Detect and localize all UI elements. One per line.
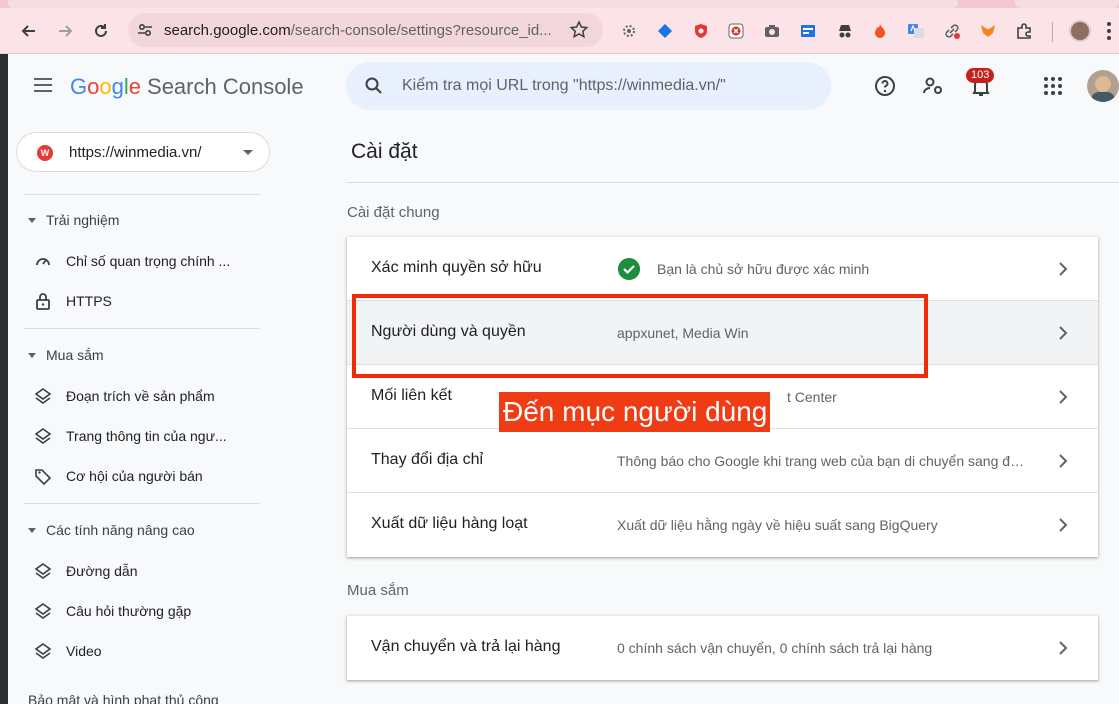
sidebar: W https://winmedia.vn/ Trải nghiệm Chỉ s… [8, 122, 276, 704]
google-apps-grid-icon[interactable] [1041, 74, 1065, 98]
extension-incognito-icon[interactable] [836, 22, 854, 40]
help-icon[interactable] [873, 74, 897, 98]
extension-block-icon[interactable] [727, 22, 745, 40]
section-header-shopping[interactable]: Mua sắm [28, 347, 104, 363]
sidebar-item-merchant-opportunities[interactable]: Cơ hội của người bán [34, 464, 203, 488]
extension-camera-icon[interactable] [763, 22, 781, 40]
settings-row-ownership[interactable]: Xác minh quyền sở hữu Bạn là chủ sở hữu … [347, 237, 1098, 301]
property-url: https://winmedia.vn/ [69, 144, 202, 161]
extension-fire-icon[interactable] [871, 22, 889, 40]
back-icon[interactable] [16, 18, 42, 44]
layers-icon [34, 642, 52, 660]
sidebar-item-core-web-vitals[interactable]: Chỉ số quan trọng chính ... [34, 249, 230, 273]
annotation-highlight-box [352, 294, 928, 378]
extension-screen-icon[interactable] [799, 22, 817, 40]
settings-row-bulk-export[interactable]: Xuất dữ liệu hàng loạt Xuất dữ liệu hằng… [347, 493, 1098, 557]
sidebar-item-https[interactable]: HTTPS [34, 289, 112, 313]
shopping-settings-card: Vận chuyển và trả lại hàng 0 chính sách … [347, 616, 1098, 680]
section-label-shopping: Mua sắm [347, 582, 409, 599]
app-header: GoogleSearch Console 103 [8, 54, 1119, 122]
settings-row-shipping-returns[interactable]: Vận chuyển và trả lại hàng 0 chính sách … [347, 616, 1098, 680]
sidebar-divider [24, 328, 260, 329]
dropdown-caret-icon [243, 150, 253, 155]
extension-metamask-fox-icon[interactable] [979, 22, 997, 40]
settings-row-change-address[interactable]: Thay đổi địa chỉ Thông báo cho Google kh… [347, 429, 1098, 493]
annotation-label: Đến mục người dùng [499, 392, 771, 432]
chevron-right-icon [1059, 326, 1068, 340]
extension-gear-icon[interactable] [620, 22, 638, 40]
layers-icon [34, 387, 52, 405]
chevron-right-icon [1059, 518, 1068, 532]
sidebar-divider [24, 194, 260, 195]
reload-icon[interactable] [88, 18, 114, 44]
sidebar-item-faq[interactable]: Câu hỏi thường gặp [34, 599, 191, 623]
page-title: Cài đặt [351, 140, 418, 163]
chevron-right-icon [1059, 454, 1068, 468]
extensions-puzzle-icon[interactable] [1015, 22, 1033, 40]
layers-icon [34, 602, 52, 620]
address-bar[interactable]: search.google.com/search-console/setting… [128, 13, 603, 47]
browser-tab-strip [0, 0, 1119, 8]
section-header-enhancements[interactable]: Các tính năng nâng cao [28, 522, 195, 538]
browser-menu-icon[interactable] [1101, 21, 1117, 41]
speed-gauge-icon [34, 252, 52, 270]
site-info-icon[interactable] [136, 21, 154, 39]
extension-diamond-icon[interactable] [656, 22, 674, 40]
section-header-security[interactable]: Bảo mật và hình phạt thủ công [28, 692, 219, 704]
browser-tab[interactable] [1015, 0, 1119, 8]
browser-tab-active[interactable] [8, 0, 958, 8]
title-divider [347, 182, 1119, 183]
browser-profile-avatar[interactable] [1069, 20, 1091, 42]
browser-toolbar: search.google.com/search-console/setting… [0, 8, 1119, 54]
sidebar-item-merchant-listings[interactable]: Trang thông tin của ngư... [34, 424, 227, 448]
lock-icon [34, 292, 52, 310]
property-selector[interactable]: W https://winmedia.vn/ [16, 132, 270, 172]
tag-icon [34, 467, 52, 485]
collapse-triangle-icon [28, 527, 36, 533]
manage-users-gear-icon[interactable] [921, 74, 945, 98]
bookmark-star-icon[interactable] [569, 20, 589, 40]
toolbar-divider [1052, 22, 1053, 42]
section-label-general: Cài đặt chung [347, 204, 440, 221]
sidebar-item-breadcrumbs[interactable]: Đường dẫn [34, 559, 137, 583]
main-menu-icon[interactable] [34, 78, 52, 92]
forward-icon[interactable] [52, 18, 78, 44]
collapse-triangle-icon [28, 352, 36, 358]
sidebar-item-video[interactable]: Video [34, 639, 102, 663]
sidebar-item-product-snippets[interactable]: Đoạn trích về sản phẩm [34, 384, 215, 408]
verified-check-icon [618, 258, 640, 280]
layers-icon [34, 562, 52, 580]
search-console-logo[interactable]: Google Search Console [70, 74, 304, 100]
extension-link-icon[interactable] [943, 22, 961, 40]
sidebar-divider [24, 503, 260, 504]
url-text: search.google.com/search-console/setting… [164, 22, 552, 39]
extension-translate-icon[interactable] [907, 22, 925, 40]
extension-shield-icon[interactable] [692, 22, 710, 40]
url-inspection-search[interactable] [346, 62, 831, 110]
chevron-right-icon [1059, 262, 1068, 276]
collapse-triangle-icon [28, 217, 36, 223]
property-favicon: W [37, 145, 53, 161]
chevron-right-icon [1059, 390, 1068, 404]
section-header-experience[interactable]: Trải nghiệm [28, 212, 119, 228]
chevron-right-icon [1059, 641, 1068, 655]
desktop-edge [0, 54, 8, 704]
account-avatar[interactable] [1087, 70, 1119, 102]
notification-count-badge: 103 [966, 68, 995, 83]
url-inspection-input[interactable] [402, 74, 812, 98]
layers-icon [34, 427, 52, 445]
search-icon [365, 77, 382, 94]
